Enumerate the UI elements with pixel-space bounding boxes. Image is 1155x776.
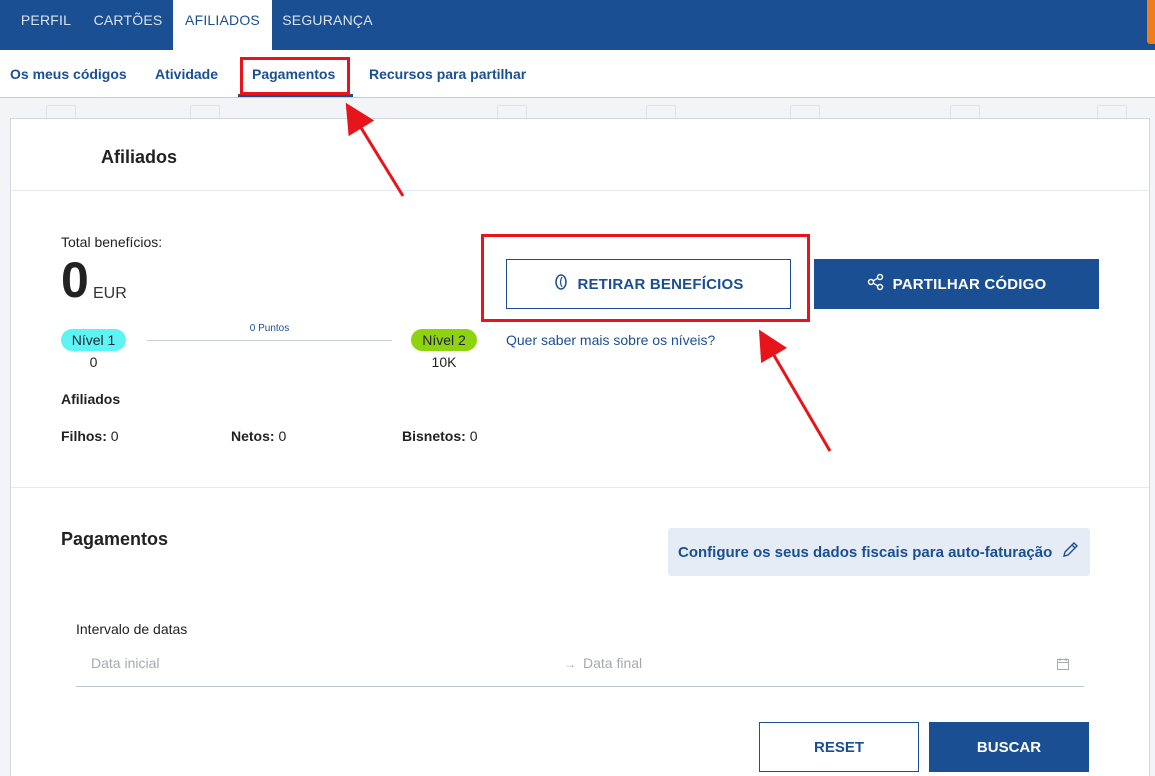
subtab-recursos[interactable]: Recursos para partilhar xyxy=(369,66,526,82)
level-1-threshold: 0 xyxy=(89,354,98,370)
date-range-picker[interactable]: Data inicial → Data final xyxy=(76,649,1084,687)
filhos-value: 0 xyxy=(110,428,119,444)
filhos-stat: Filhos: 0 xyxy=(61,428,119,444)
tab-perfil[interactable]: PERFIL xyxy=(10,0,82,50)
fiscal-data-label: Configure os seus dados fiscais para aut… xyxy=(678,543,1053,561)
levels-info-link[interactable]: Quer saber mais sobre os níveis? xyxy=(506,332,715,348)
bisnetos-stat: Bisnetos: 0 xyxy=(402,428,477,444)
background-pattern xyxy=(0,99,1155,119)
search-button[interactable]: BUSCAR xyxy=(929,722,1089,772)
coin-icon xyxy=(553,274,569,294)
sub-nav: Os meus códigos Atividade Pagamentos Rec… xyxy=(0,50,1155,98)
level-2-threshold: 10K xyxy=(431,354,457,370)
top-nav-bar: PERFIL CARTÕES AFILIADOS SEGURANÇA xyxy=(0,0,1155,50)
level-progress-bar xyxy=(147,340,392,341)
withdraw-benefits-label: RETIRAR BENEFÍCIOS xyxy=(577,275,744,293)
tab-seguranca[interactable]: SEGURANÇA xyxy=(278,0,377,50)
total-benefits-label: Total benefícios: xyxy=(61,234,163,250)
subtab-meus-codigos[interactable]: Os meus códigos xyxy=(10,66,127,82)
subtab-pagamentos[interactable]: Pagamentos xyxy=(252,66,335,82)
payments-title: Pagamentos xyxy=(61,529,169,549)
orange-corner-tab[interactable] xyxy=(1147,0,1155,44)
withdraw-benefits-button[interactable]: RETIRAR BENEFÍCIOS xyxy=(506,259,791,309)
netos-label: Netos: xyxy=(231,428,275,444)
pencil-icon xyxy=(1060,540,1080,564)
section-divider xyxy=(11,487,1149,488)
end-date-input[interactable]: Data final xyxy=(583,655,642,671)
netos-stat: Netos: 0 xyxy=(231,428,286,444)
bisnetos-label: Bisnetos: xyxy=(402,428,466,444)
panel-title: Afiliados xyxy=(101,147,178,167)
share-code-button[interactable]: PARTILHAR CÓDIGO xyxy=(814,259,1099,309)
level-1-badge: Nível 1 xyxy=(61,329,126,351)
share-code-label: PARTILHAR CÓDIGO xyxy=(892,275,1047,293)
share-icon xyxy=(867,273,885,295)
currency-label: EUR xyxy=(93,285,127,302)
calendar-icon[interactable] xyxy=(1056,657,1070,676)
total-benefits-value: 0 xyxy=(61,252,89,308)
level-2-badge: Nível 2 xyxy=(411,329,477,351)
bisnetos-value: 0 xyxy=(469,428,478,444)
date-range-label: Intervalo de datas xyxy=(76,621,188,637)
fiscal-data-button[interactable]: Configure os seus dados fiscais para aut… xyxy=(668,528,1090,576)
filhos-label: Filhos: xyxy=(61,428,107,444)
panel-header: Afiliados xyxy=(11,119,1149,191)
tab-afiliados[interactable]: AFILIADOS xyxy=(173,0,272,50)
start-date-input[interactable]: Data inicial xyxy=(91,655,159,671)
affiliates-subtitle: Afiliados xyxy=(61,391,121,407)
subtab-atividade[interactable]: Atividade xyxy=(155,66,218,82)
affiliates-panel: Afiliados Total benefícios: 0 EUR Nível … xyxy=(10,118,1150,776)
reset-button[interactable]: RESET xyxy=(759,722,919,772)
arrow-right-icon: → xyxy=(564,657,576,671)
tab-cartoes[interactable]: CARTÕES xyxy=(86,0,170,50)
points-label: 0 Puntos xyxy=(249,323,290,334)
active-subtab-underline xyxy=(238,94,353,97)
netos-value: 0 xyxy=(278,428,287,444)
